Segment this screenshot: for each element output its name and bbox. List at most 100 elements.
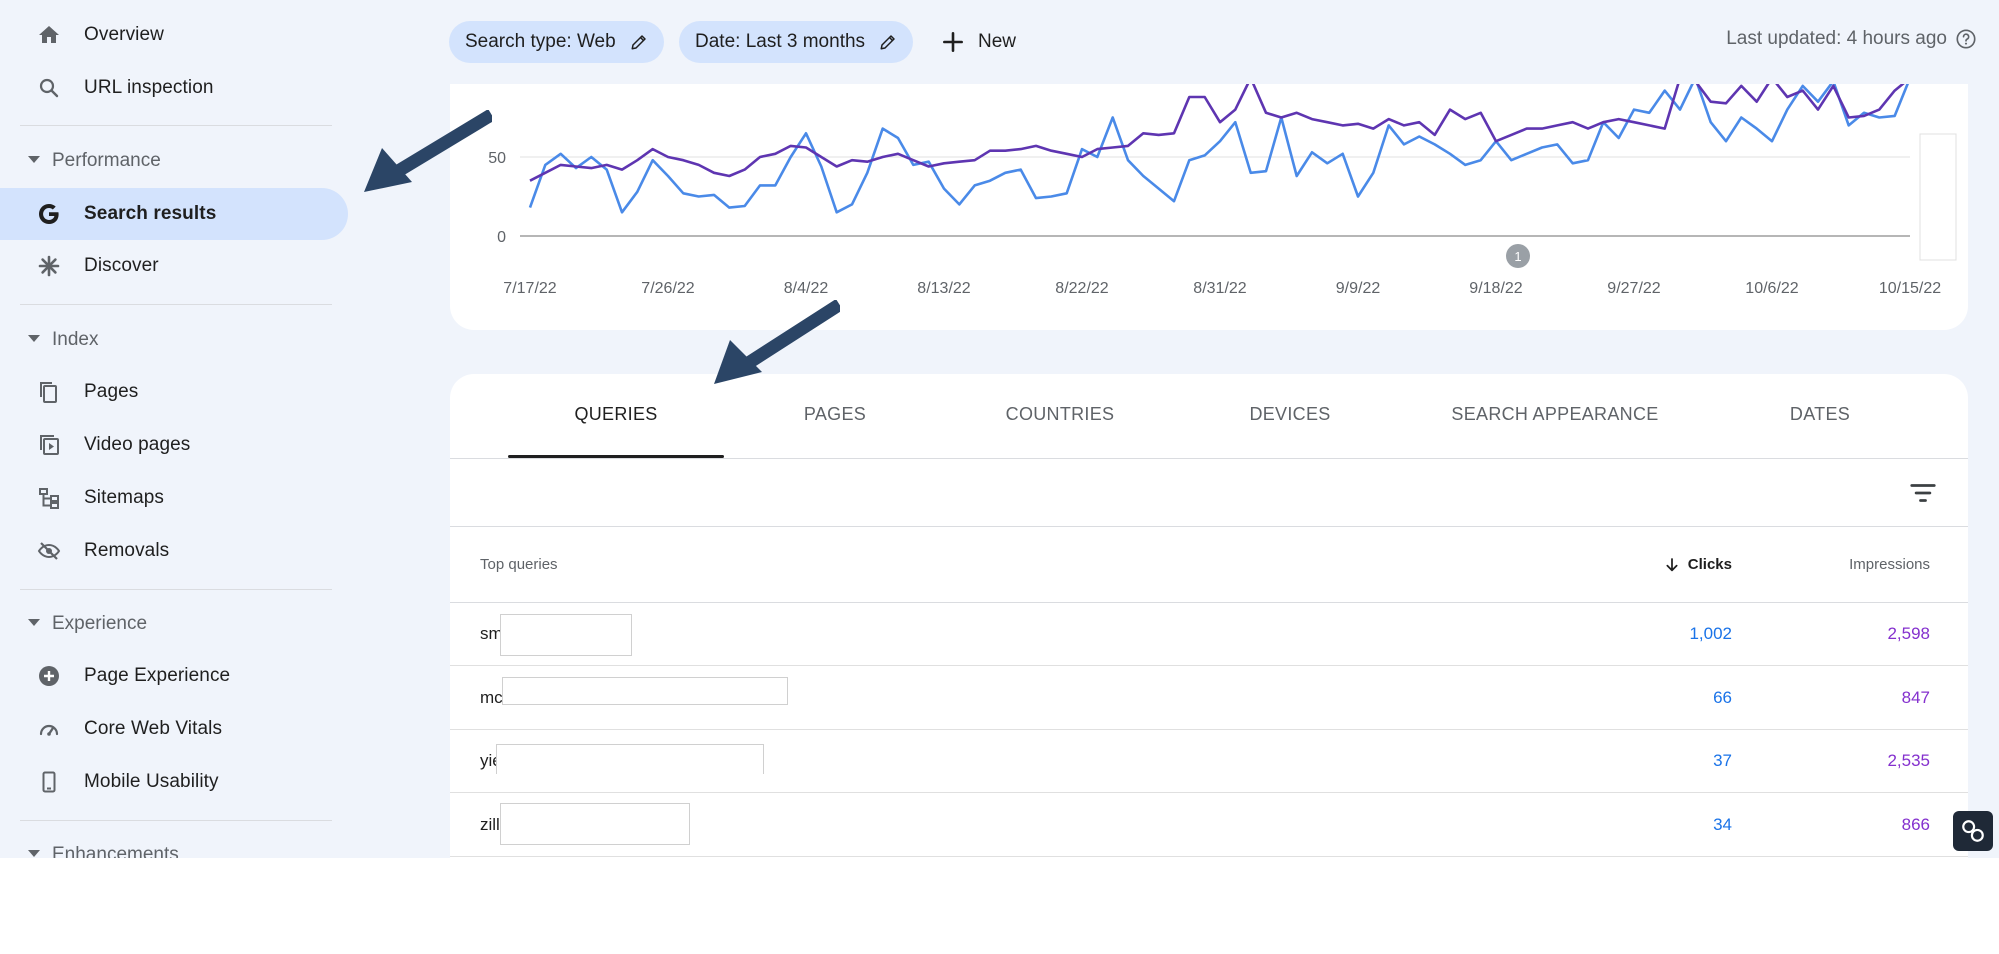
sidebar-item-page-experience[interactable]: Page Experience <box>0 650 348 702</box>
toolbar-divider <box>450 526 1968 527</box>
tab-countries[interactable]: COUNTRIES <box>950 404 1170 444</box>
sidebar-item-search-results[interactable]: Search results <box>0 188 348 240</box>
sidebar-item-label: Overview <box>84 24 164 45</box>
plus-circle-icon <box>36 663 62 689</box>
sidebar-item-label: Pages <box>84 381 139 402</box>
clicks-value: 34 <box>1713 815 1732 834</box>
redaction-box <box>500 803 690 845</box>
caret-down-icon <box>28 850 40 857</box>
table-row[interactable]: zill 34 866 <box>450 794 1968 857</box>
table-row[interactable]: yie 37 2,535 <box>450 730 1968 793</box>
sidebar-item-label: Video pages <box>84 434 191 455</box>
new-filter-button[interactable]: New <box>940 21 1016 63</box>
queries-table-card: QUERIES PAGES COUNTRIES DEVICES SEARCH A… <box>450 374 1968 858</box>
tab-devices[interactable]: DEVICES <box>1190 404 1390 444</box>
section-title: Enhancements <box>52 844 179 858</box>
sitemap-icon <box>36 485 62 511</box>
column-header-clicks[interactable]: Clicks <box>1664 556 1732 573</box>
sidebar-section-experience[interactable]: Experience <box>0 604 332 644</box>
sidebar-item-label: Discover <box>84 255 159 276</box>
date-range-chip[interactable]: Date: Last 3 months <box>679 21 914 63</box>
annotation-marker-label: 1 <box>1514 249 1521 264</box>
section-title: Performance <box>52 150 161 171</box>
clicks-line <box>528 76 1912 214</box>
sidebar-item-label: Sitemaps <box>84 487 165 508</box>
new-label: New <box>978 31 1017 52</box>
clicks-value: 37 <box>1713 751 1732 770</box>
impressions-value: 2,535 <box>1887 751 1930 770</box>
sidebar-section-enhancements[interactable]: Enhancements <box>0 835 332 858</box>
x-tick-label: 9/27/22 <box>1607 280 1660 297</box>
sidebar-section-performance[interactable]: Performance <box>0 141 332 181</box>
last-updated-text: Last updated: 4 hours ago <box>1726 28 1947 49</box>
tab-queries[interactable]: QUERIES <box>508 404 724 444</box>
search-type-chip[interactable]: Search type: Web <box>449 21 664 63</box>
sidebar: Overview URL inspection Performance Sear… <box>0 0 350 858</box>
help-icon[interactable] <box>1955 28 1977 50</box>
impressions-value: 866 <box>1901 815 1930 834</box>
asterisk-icon <box>36 253 62 279</box>
tab-dates[interactable]: DATES <box>1720 404 1920 444</box>
x-tick-label: 7/26/22 <box>641 280 694 297</box>
query-text: mc <box>480 688 503 707</box>
caret-down-icon <box>28 619 40 626</box>
arrow-down-icon <box>1666 557 1678 571</box>
plus-icon <box>943 32 963 52</box>
link-icon <box>1962 820 1984 842</box>
google-g-icon <box>36 201 62 227</box>
x-tick-label: 9/18/22 <box>1469 280 1522 297</box>
tab-pages[interactable]: PAGES <box>740 404 930 444</box>
x-tick-label: 8/13/22 <box>917 280 970 297</box>
column-header-top-queries: Top queries <box>480 556 558 573</box>
filter-icon[interactable] <box>1908 478 1938 508</box>
search-icon <box>36 75 62 101</box>
section-title: Index <box>52 329 99 350</box>
sidebar-item-label: Page Experience <box>84 665 231 686</box>
redaction-box <box>500 614 632 656</box>
redaction-box <box>502 677 788 705</box>
x-tick-label: 8/22/22 <box>1055 280 1108 297</box>
column-header-impressions[interactable]: Impressions <box>1849 556 1930 573</box>
phone-icon <box>36 769 62 795</box>
x-tick-label: 7/17/22 <box>503 280 556 297</box>
query-text: zill <box>480 815 500 834</box>
sidebar-item-pages[interactable]: Pages <box>0 366 348 418</box>
sidebar-item-mobile-usability[interactable]: Mobile Usability <box>0 756 348 808</box>
y-tick-label: 0 <box>497 229 506 246</box>
tab-search-appearance[interactable]: SEARCH APPEARANCE <box>1415 404 1695 444</box>
caret-down-icon <box>28 335 40 342</box>
sidebar-section-index[interactable]: Index <box>0 320 332 360</box>
x-tick-label: 8/4/22 <box>784 280 829 297</box>
clicks-value: 66 <box>1713 688 1732 707</box>
app-window: Overview URL inspection Performance Sear… <box>0 0 1999 858</box>
x-tick-label: 10/15/22 <box>1879 280 1941 297</box>
sidebar-divider <box>20 304 332 305</box>
table-row[interactable]: mc 66 847 <box>450 667 1968 730</box>
sidebar-item-overview[interactable]: Overview <box>0 9 348 61</box>
sidebar-item-sitemaps[interactable]: Sitemaps <box>0 472 348 524</box>
tabs-divider <box>450 458 1968 459</box>
sidebar-item-url-inspection[interactable]: URL inspection <box>0 62 348 114</box>
sidebar-item-video-pages[interactable]: Video pages <box>0 419 348 471</box>
impressions-line <box>529 76 1911 182</box>
sidebar-divider <box>20 589 332 590</box>
sidebar-item-discover[interactable]: Discover <box>0 240 348 292</box>
annotation-arrow-tabs <box>714 300 840 384</box>
eye-off-icon <box>36 538 62 564</box>
sidebar-item-removals[interactable]: Removals <box>0 525 348 577</box>
section-title: Experience <box>52 613 148 634</box>
sidebar-item-label: Core Web Vitals <box>84 718 223 739</box>
x-tick-label: 9/9/22 <box>1336 280 1381 297</box>
sidebar-item-label: Removals <box>84 540 170 561</box>
clicks-header-label: Clicks <box>1687 556 1732 573</box>
table-row[interactable]: sm 1,002 2,598 <box>450 603 1968 666</box>
home-icon <box>36 22 62 48</box>
chip-label: Search type: Web <box>465 31 616 52</box>
chip-label: Date: Last 3 months <box>695 31 866 52</box>
sidebar-item-core-web-vitals[interactable]: Core Web Vitals <box>0 703 348 755</box>
sidebar-item-label: Search results <box>84 203 217 224</box>
sidebar-item-label: URL inspection <box>84 77 214 98</box>
speedometer-icon <box>36 716 62 742</box>
caret-down-icon <box>28 156 40 163</box>
extension-badge[interactable] <box>1953 811 1993 851</box>
